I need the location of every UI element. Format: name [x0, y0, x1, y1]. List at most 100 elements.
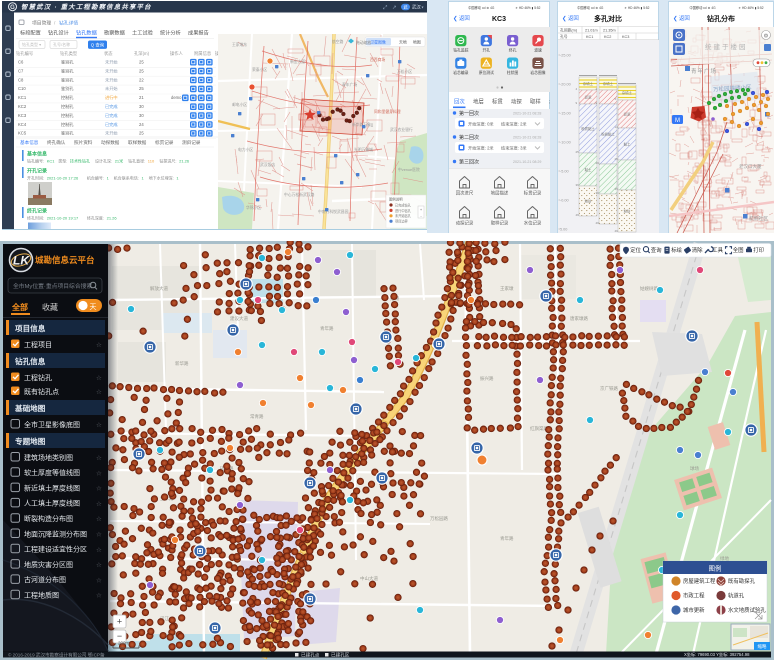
svg-text:标段配置: 标段配置 — [20, 29, 41, 37]
svg-text:古河道分布图: 古河道分布图 — [24, 575, 66, 584]
svg-text:标贯记录: 标贯记录 — [155, 139, 174, 146]
svg-text:设计孔深:: 设计孔深: — [95, 158, 112, 164]
svg-text:-0.00: -0.00 — [560, 198, 569, 202]
svg-text:终孔确认: 终孔确认 — [47, 139, 66, 146]
svg-text:鉴别孔: 鉴别孔 — [61, 67, 74, 74]
svg-text:KC3: KC3 — [18, 113, 27, 118]
svg-text:中南万科悦武昌园: 中南万科悦武昌园 — [318, 209, 349, 214]
svg-text:35: 35 — [615, 187, 619, 191]
svg-text:已完成钻孔: 已完成钻孔 — [395, 202, 412, 207]
svg-text:项目边界: 项目边界 — [395, 219, 409, 224]
svg-text:KC1: KC1 — [586, 35, 593, 39]
svg-text:万松小区: 万松小区 — [397, 69, 412, 74]
svg-text:29: 29 — [596, 161, 600, 165]
svg-text:▾: ▾ — [422, 5, 424, 10]
svg-text:钻孔数据: 钻孔数据 — [76, 29, 97, 37]
svg-text:☆: ☆ — [96, 469, 102, 477]
svg-text:KC5: KC5 — [18, 131, 27, 136]
svg-text:轨道孔: 轨道孔 — [728, 592, 745, 600]
svg-text:未开始: 未开始 — [105, 67, 118, 74]
svg-text:杂填土: 杂填土 — [583, 81, 594, 86]
svg-text:既有钻孔点: 既有钻孔点 — [24, 387, 59, 396]
svg-text:市政工程: 市政工程 — [683, 592, 705, 600]
svg-text:开孔时间:: 开孔时间: — [27, 175, 44, 181]
svg-text:☆: ☆ — [96, 531, 102, 539]
svg-text:球场: 球场 — [690, 465, 699, 472]
svg-text:唐家墩路: 唐家墩路 — [570, 315, 588, 322]
svg-text:城市更新: 城市更新 — [683, 606, 705, 614]
svg-text:工程钻孔: 工程钻孔 — [24, 373, 52, 382]
svg-text:标贯: 标贯 — [492, 98, 503, 106]
svg-text:专题地图: 专题地图 — [15, 436, 46, 446]
svg-text:多孔对比: 多孔对比 — [594, 14, 622, 23]
svg-text:机台编号:: 机台编号: — [87, 175, 104, 181]
svg-text:清除: 清除 — [692, 246, 703, 254]
svg-text:2021-10-20 19:17: 2021-10-20 19:17 — [47, 216, 79, 221]
svg-text:2021-10-21 08:28: 2021-10-21 08:28 — [513, 136, 541, 140]
svg-text:☀ HD 46% ▮ 5:52: ☀ HD 46% ▮ 5:52 — [738, 6, 764, 10]
svg-text:☆: ☆ — [96, 546, 102, 554]
svg-text:工程项目: 工程项目 — [24, 340, 52, 349]
svg-text:未开始: 未开始 — [105, 59, 118, 66]
svg-text:王家墩: 王家墩 — [500, 285, 514, 292]
svg-text:房屋建筑工程: 房屋建筑工程 — [683, 577, 716, 585]
svg-text:收藏: 收藏 — [42, 302, 58, 312]
svg-text:钻探进尺:: 钻探进尺: — [159, 158, 176, 164]
svg-text:荣泰小区: 荣泰小区 — [252, 67, 267, 72]
svg-text:demo: demo — [171, 95, 182, 100]
svg-text:21: 21 — [139, 95, 144, 100]
svg-text:49: 49 — [615, 229, 619, 233]
svg-text:X坐标: 79690.03 Y坐标: 392754.98: X坐标: 79690.03 Y坐标: 392754.98 — [684, 651, 750, 658]
svg-text:控制孔: 控制孔 — [61, 94, 74, 101]
svg-text:☆: ☆ — [96, 485, 102, 493]
svg-text:21.26: 21.26 — [179, 159, 190, 164]
svg-text:C8: C8 — [18, 77, 24, 82]
svg-text:武: 武 — [404, 4, 408, 10]
svg-text:类型:: 类型: — [58, 158, 67, 164]
svg-text:进行中: 进行中 — [105, 94, 118, 101]
svg-text:取样记录: 取样记录 — [491, 220, 509, 227]
svg-text:地质灾害分区图: 地质灾害分区图 — [24, 560, 73, 569]
svg-text:-5.00: -5.00 — [560, 169, 569, 173]
svg-text:☆: ☆ — [96, 341, 102, 349]
svg-text:鉴别孔: 鉴别孔 — [61, 85, 74, 92]
svg-text:人工填土厚度线图: 人工填土厚度线图 — [24, 499, 80, 508]
svg-text:工程建设适宜性分区: 工程建设适宜性分区 — [24, 545, 87, 554]
svg-text:钻孔设计: 钻孔设计 — [48, 29, 69, 37]
svg-text:第一回次: 第一回次 — [459, 110, 479, 117]
svg-text:老汉口大厦: 老汉口大厦 — [739, 163, 762, 170]
svg-text:1: 1 — [107, 176, 110, 181]
svg-text:49: 49 — [596, 221, 600, 225]
svg-text:1: 1 — [142, 176, 145, 181]
svg-text:开始深度: 0米: 开始深度: 0米 — [468, 121, 494, 128]
svg-text:青年广场: 青年广场 — [691, 67, 717, 75]
svg-text:☆: ☆ — [96, 388, 102, 396]
svg-text:缩略: 缩略 — [758, 643, 767, 650]
svg-text:动探记录: 动探记录 — [456, 220, 474, 227]
svg-text:地层: 地层 — [473, 98, 484, 106]
svg-text:技术性钻孔: 技术性钻孔 — [70, 158, 90, 164]
svg-text:京广铁路: 京广铁路 — [600, 385, 618, 392]
svg-text:动探数据: 动探数据 — [101, 139, 120, 146]
svg-text:基础地图: 基础地图 — [14, 403, 46, 413]
svg-text:钻孔编号:: 钻孔编号: — [27, 158, 44, 164]
svg-text:⚙: ⚙ — [764, 33, 769, 40]
svg-text:25: 25 — [139, 60, 144, 65]
svg-text:2021-10-21 08:28: 2021-10-21 08:28 — [513, 112, 541, 116]
svg-text:1: 1 — [176, 176, 179, 181]
svg-text:武汉农业银行: 武汉农业银行 — [390, 127, 413, 132]
svg-text:基本信息: 基本信息 — [20, 139, 39, 146]
svg-text:终孔: 终孔 — [509, 48, 517, 53]
svg-text:万松园路: 万松园路 — [430, 515, 448, 522]
svg-text:39: 39 — [596, 191, 600, 195]
svg-text:☀ HD 46% ▮ 5:52: ☀ HD 46% ▮ 5:52 — [624, 6, 650, 10]
svg-text:建设大道: 建设大道 — [230, 315, 248, 322]
svg-text:淤泥: 淤泥 — [585, 95, 592, 100]
svg-text:勘察数据: 勘察数据 — [104, 29, 125, 37]
svg-text:24: 24 — [139, 122, 144, 127]
svg-text:鉴别孔: 鉴别孔 — [61, 130, 74, 137]
svg-text:中国移动 •ol ⚙ 4G: 中国移动 •ol ⚙ 4G — [577, 5, 604, 10]
svg-text:22: 22 — [139, 77, 144, 82]
svg-text:25: 25 — [139, 131, 144, 136]
svg-text:电力小区: 电力小区 — [238, 147, 253, 152]
